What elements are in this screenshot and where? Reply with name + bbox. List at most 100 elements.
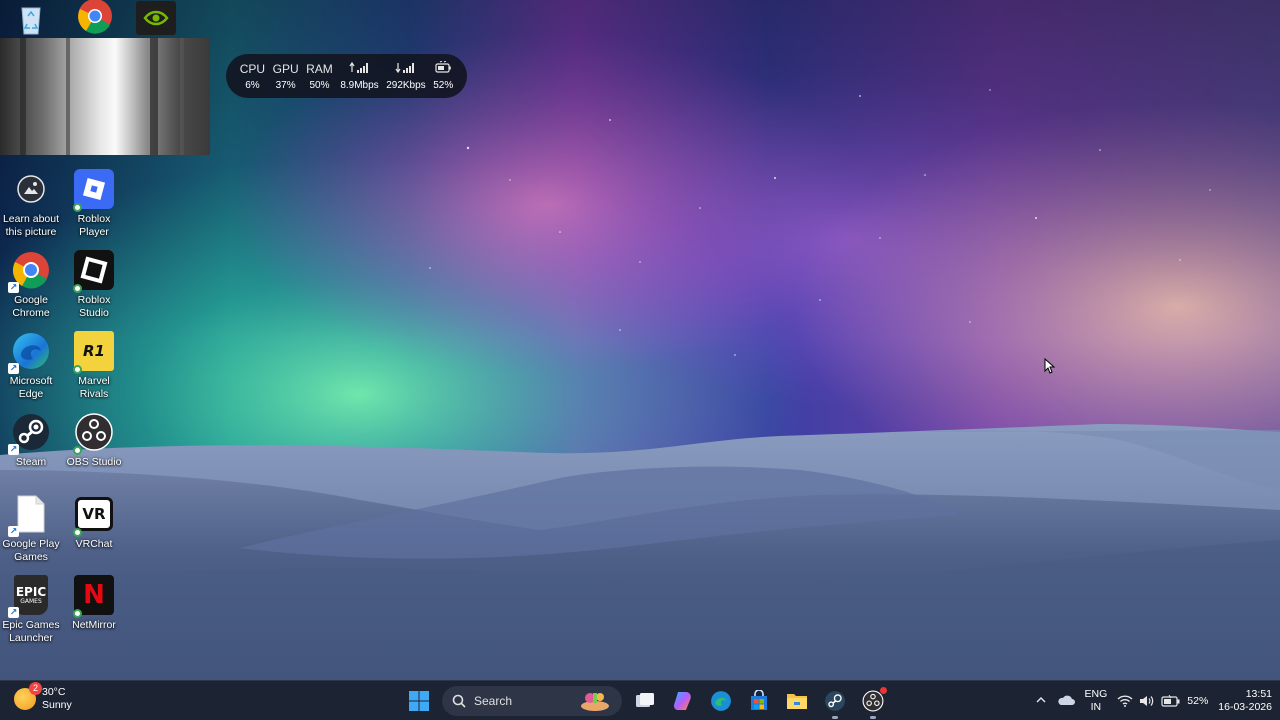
obs-icon (73, 411, 115, 455)
obs-studio-shortcut[interactable]: OBS Studio (63, 411, 125, 469)
cpu-label: CPU (239, 61, 266, 76)
desktop-icon-label: NetMirror (72, 619, 116, 631)
recording-dot-icon (880, 687, 887, 694)
desktop-icon-label: Roblox Studio (77, 294, 111, 319)
shortcut-arrow-icon: ↗ (8, 444, 19, 455)
weather-temp: 30°C (42, 686, 66, 698)
download-value: 292Kbps (386, 80, 426, 91)
learn-about-picture-shortcut[interactable]: Learn about this picture (0, 168, 62, 239)
running-indicator (832, 716, 838, 719)
battery-icon (1161, 695, 1180, 707)
vrchat-shortcut[interactable]: VR VRChat (63, 493, 125, 551)
sync-status-icon (73, 609, 82, 618)
learn-about-picture-icon (10, 168, 52, 210)
battery-percent: 52% (1187, 695, 1209, 707)
copilot-button[interactable] (668, 686, 698, 716)
desktop-icon-label: Microsoft Edge (9, 375, 53, 400)
ram-stat: RAM 50% (306, 62, 333, 91)
quick-settings-button[interactable]: 52% (1117, 695, 1208, 707)
sun-icon: 2 (14, 682, 42, 710)
notification-badge: 2 (29, 682, 42, 695)
chrome-icon: ↗ (8, 249, 52, 293)
start-icon (409, 691, 429, 711)
desktop-icon-label: Google Play Games (2, 538, 60, 563)
store-button[interactable] (744, 686, 774, 716)
gpu-value: 37% (275, 79, 296, 91)
download-signal-icon (395, 61, 417, 76)
start-button[interactable] (404, 686, 434, 716)
desktop-icon-label: Marvel Rivals (78, 375, 110, 400)
desktop-icon-label: Steam (15, 456, 47, 468)
roblox-player-shortcut[interactable]: Roblox Player (63, 168, 125, 239)
roblox-player-icon (73, 168, 115, 212)
desktop-icon-label: Google Chrome (12, 294, 50, 319)
ram-label: RAM (306, 61, 333, 76)
edge-icon (711, 691, 731, 711)
volume-icon (1140, 696, 1154, 706)
task-view-button[interactable] (630, 686, 660, 716)
search-placeholder: Search (474, 694, 513, 708)
gpu-label: GPU (272, 61, 299, 76)
chrome-icon[interactable] (64, 0, 126, 36)
desktop-icon-label: OBS Studio (66, 456, 122, 468)
language-code: ENG (1084, 688, 1108, 700)
edge-taskbar-button[interactable] (706, 686, 736, 716)
language-indicator[interactable]: ENG IN (1085, 688, 1108, 714)
sync-status-icon (73, 365, 82, 374)
running-indicator (870, 716, 876, 719)
nvidia-icon[interactable] (125, 0, 187, 36)
obs-taskbar-button[interactable] (858, 686, 888, 719)
battery-value: 52% (433, 80, 454, 91)
weather-widget[interactable]: 2 30°C Sunny (14, 682, 72, 712)
epic-games-icon: EPIC GAMES ↗ (8, 574, 52, 618)
google-chrome-shortcut[interactable]: ↗ Google Chrome (0, 249, 62, 320)
copilot-icon (674, 692, 691, 710)
shortcut-arrow-icon: ↗ (8, 526, 19, 537)
clock-date: 16-03-2026 (1218, 701, 1272, 713)
search-highlight-icon (581, 693, 609, 711)
download-stat: 292Kbps (386, 61, 426, 91)
file-icon: ↗ (8, 493, 52, 537)
search-box[interactable]: Search (442, 686, 622, 716)
roblox-studio-shortcut[interactable]: Roblox Studio (63, 249, 125, 320)
shortcut-arrow-icon: ↗ (8, 363, 19, 374)
wifi-icon (1117, 695, 1133, 707)
onedrive-icon[interactable] (1057, 694, 1075, 709)
file-explorer-button[interactable] (782, 686, 812, 716)
desktop-icon-label: Roblox Player (77, 213, 111, 238)
upload-stat: 8.9Mbps (340, 61, 379, 91)
desktop-icon-label: Learn about this picture (2, 213, 60, 238)
clock[interactable]: 13:51 16-03-2026 (1218, 688, 1272, 714)
store-icon (751, 690, 767, 710)
upload-signal-icon (349, 61, 371, 76)
epic-games-launcher-shortcut[interactable]: EPIC GAMES ↗ Epic Games Launcher (0, 574, 62, 645)
upload-value: 8.9Mbps (340, 80, 379, 91)
marvel-rivals-shortcut[interactable]: R1 Marvel Rivals (63, 330, 125, 401)
google-play-games-shortcut[interactable]: ↗ Google Play Games (0, 493, 62, 564)
steam-shortcut[interactable]: ↗ Steam (0, 411, 62, 469)
clock-time: 13:51 (1245, 688, 1272, 700)
microsoft-edge-shortcut[interactable]: ↗ Microsoft Edge (0, 330, 62, 401)
system-monitor-widget[interactable]: CPU 6% GPU 37% RAM 50% 8.9Mbps 292Kbps 5… (226, 54, 467, 98)
battery-stat: 52% (433, 60, 454, 91)
chevron-up-icon[interactable] (1035, 695, 1047, 708)
search-icon (452, 694, 466, 708)
steam-taskbar-button[interactable] (820, 686, 850, 719)
cpu-stat: CPU 6% (240, 62, 265, 91)
camera-preview[interactable] (0, 38, 210, 155)
mouse-cursor-icon (1044, 357, 1056, 379)
netmirror-shortcut[interactable]: N NetMirror (63, 574, 125, 632)
sync-status-icon (73, 203, 82, 212)
battery-icon (434, 60, 452, 76)
marvel-rivals-icon: R1 (73, 330, 115, 374)
sync-status-icon (73, 528, 82, 537)
file-explorer-icon (787, 694, 807, 709)
recycle-bin-icon[interactable] (0, 0, 62, 36)
system-tray: ENG IN 52% 13:51 16-03-2026 (1035, 681, 1272, 720)
steam-icon: ↗ (8, 411, 52, 455)
shortcut-arrow-icon: ↗ (8, 607, 19, 618)
netmirror-icon: N (73, 574, 115, 618)
steam-icon (825, 691, 845, 711)
roblox-studio-icon (73, 249, 115, 293)
edge-icon: ↗ (8, 330, 52, 374)
